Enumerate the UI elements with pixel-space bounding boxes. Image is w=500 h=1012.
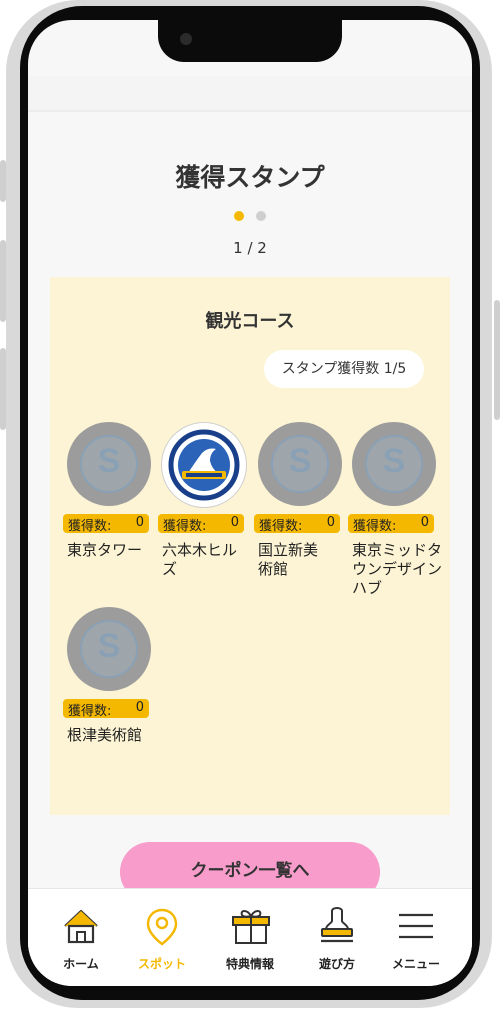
acquired-count-value: 0 [420,515,429,530]
course-title: 観光コース [205,311,295,332]
tab-spot[interactable]: スポット [122,889,202,971]
acquired-count-badge: 獲得数: 0 [63,514,149,534]
spot-name: 国立新美術館 [258,541,319,578]
acquired-count-label: 獲得数: [259,519,303,534]
tab-home-label: ホーム [63,957,99,971]
tab-how-to-play-label: 遊び方 [318,957,355,971]
stamp-letter: S [97,627,121,665]
acquired-count-value: 0 [135,515,144,530]
stamp-letter: S [97,442,121,480]
spot-item[interactable]: S 獲得数: 0 東京タワー [63,422,155,582]
stamp-letter: S [382,442,406,480]
acquired-count-badge: 獲得数: 0 [63,699,149,719]
stamp-placeholder-icon: S [352,422,436,506]
menu-icon [399,913,433,939]
spot-item[interactable]: S 獲得数: 0 国立新美術館 [254,422,346,582]
camera [180,33,192,45]
acquired-count-value: 0 [326,515,335,530]
stamp-count-badge: スタンプ獲得数 1/5 [264,350,424,388]
acquired-count-label: 獲得数: [68,519,112,534]
acquired-count-label: 獲得数: [68,704,112,719]
side-button-power [494,300,500,420]
acquired-count-value: 0 [230,515,239,530]
pager-dot-inactive[interactable] [256,211,266,221]
tab-menu-label: メニュー [391,957,440,971]
acquired-count-value: 0 [135,700,144,715]
spot-name: 東京タワー [67,541,143,559]
spot-item[interactable]: S 獲得数: 0 根津美術館 [63,607,155,767]
spot-name: 六本木ヒルズ [162,541,238,578]
spot-name: 根津美術館 [67,726,143,744]
stamp-placeholder-icon: S [67,607,151,691]
acquired-count-label: 獲得数: [163,519,207,534]
side-button-volume-down [0,348,6,430]
spot-item[interactable]: S 獲得数: 0 東京ミッドタウンデザインハブ [348,422,443,602]
tab-home[interactable]: ホーム [41,889,121,971]
acquired-count-badge: 獲得数: 0 [158,514,244,534]
stamp-seal-icon [168,429,240,501]
page-title: 獲得スタンプ [175,163,325,192]
course-card: 観光コース スタンプ獲得数 1/5 S 獲得数: 0 東京タワー 獲得数: 0 … [50,277,450,815]
stamp-acquired-icon [161,422,247,508]
spot-name: 東京ミッドタウンデザインハブ [352,541,443,597]
pager-dot-active[interactable] [234,211,244,221]
home-icon [64,909,98,944]
acquired-count-badge: 獲得数: 0 [348,514,434,534]
bottom-tab-bar: ホーム スポット 特典情報 遊び方 メニュー [28,888,472,986]
side-button-volume-up [0,240,6,322]
tab-menu[interactable]: メニュー [376,889,456,971]
header-strip [28,76,472,112]
gift-icon [232,910,270,944]
screen: 獲得スタンプ 1 / 2 観光コース スタンプ獲得数 1/5 S 獲得数: 0 … [28,20,472,986]
tab-benefits[interactable]: 特典情報 [210,889,290,971]
spot-item[interactable]: 獲得数: 0 六本木ヒルズ [158,422,250,582]
acquired-count-label: 獲得数: [353,519,397,534]
tab-spot-label: スポット [137,957,186,971]
acquired-count-badge: 獲得数: 0 [254,514,340,534]
pager-indicator: 1 / 2 [233,239,267,257]
side-button-mute [0,160,6,202]
stamp-placeholder-icon: S [258,422,342,506]
map-pin-icon [146,908,178,946]
stamp-icon [321,907,353,943]
tab-benefits-label: 特典情報 [225,957,274,971]
stamp-letter: S [288,442,312,480]
tab-how-to-play[interactable]: 遊び方 [297,889,377,971]
stamp-placeholder-icon: S [67,422,151,506]
